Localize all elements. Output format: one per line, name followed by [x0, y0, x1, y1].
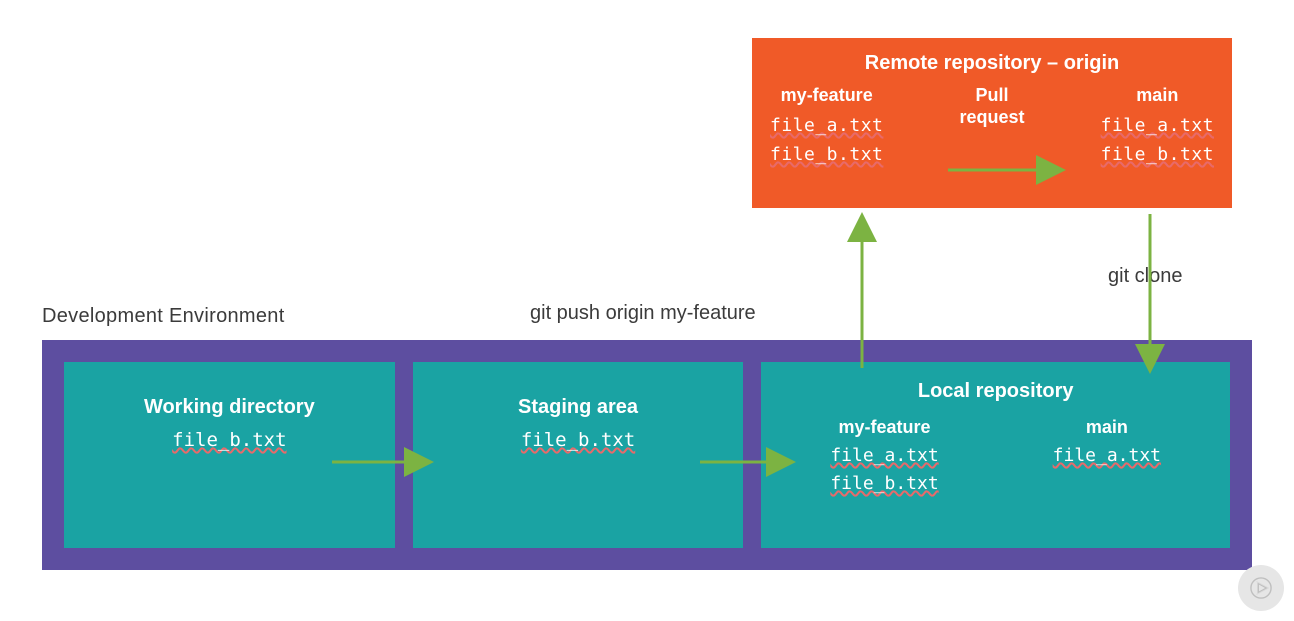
diagram-canvas: Remote repository – origin my-feature fi…: [0, 0, 1294, 621]
panel-title: Staging area: [425, 396, 732, 419]
remote-branch-main: main file_a.txt file_b.txt: [1101, 85, 1214, 170]
branch-label: main: [1053, 417, 1161, 438]
remote-branch-my-feature: my-feature file_a.txt file_b.txt: [770, 85, 883, 170]
branch-label: main: [1101, 85, 1214, 106]
local-branch-main: main file_a.txt: [1053, 417, 1161, 498]
local-repository-panel: Local repository my-feature file_a.txt f…: [761, 362, 1230, 548]
branch-label: my-feature: [830, 417, 938, 438]
file-name: file_b.txt: [830, 470, 938, 498]
play-icon: [1250, 577, 1272, 599]
file-name: file_a.txt: [1101, 112, 1214, 141]
dev-environment-label: Development Environment: [42, 305, 285, 328]
branch-label: my-feature: [770, 85, 883, 106]
development-environment-box: Working directory file_b.txt Staging are…: [42, 340, 1252, 570]
git-clone-label: git clone: [1108, 265, 1183, 288]
panel-title: Working directory: [76, 396, 383, 419]
brand-badge: [1238, 565, 1284, 611]
text: request: [959, 107, 1024, 127]
git-push-label: git push origin my-feature: [530, 302, 756, 325]
staging-area-panel: Staging area file_b.txt: [413, 362, 744, 548]
text: Pull: [975, 85, 1008, 105]
remote-columns: my-feature file_a.txt file_b.txt Pull re…: [770, 85, 1214, 170]
file-name: file_a.txt: [770, 112, 883, 141]
working-directory-panel: Working directory file_b.txt: [64, 362, 395, 548]
panel-title: Local repository: [773, 380, 1218, 403]
pull-request-label: Pull request: [959, 85, 1024, 128]
remote-repository-box: Remote repository – origin my-feature fi…: [752, 38, 1232, 208]
file-name: file_b.txt: [1101, 141, 1214, 170]
file-name: file_b.txt: [770, 141, 883, 170]
file-name: file_b.txt: [172, 429, 286, 451]
local-branch-my-feature: my-feature file_a.txt file_b.txt: [830, 417, 938, 498]
local-columns: my-feature file_a.txt file_b.txt main fi…: [773, 417, 1218, 498]
file-name: file_a.txt: [830, 442, 938, 470]
pull-request-label-group: Pull request: [959, 85, 1024, 134]
remote-title: Remote repository – origin: [770, 52, 1214, 75]
file-name: file_b.txt: [521, 429, 635, 451]
file-name: file_a.txt: [1053, 442, 1161, 470]
